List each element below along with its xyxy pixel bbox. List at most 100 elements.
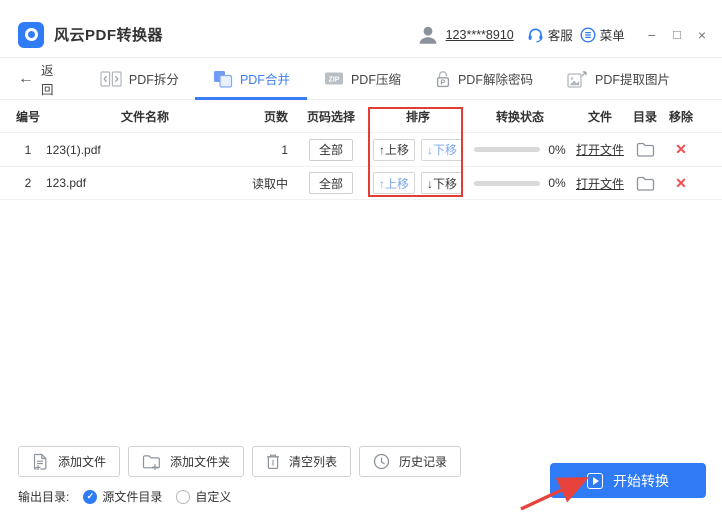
clear-list-label: 清空列表 <box>289 453 337 470</box>
pdf-zip-icon: ZIP <box>324 71 344 86</box>
tab-pdf-extract-images-label: PDF提取图片 <box>595 69 670 88</box>
add-file-icon <box>32 453 49 471</box>
radio-unchecked-icon <box>176 490 190 504</box>
user-id-link[interactable]: 123****8910 <box>446 28 514 42</box>
back-button[interactable]: ← 返回 <box>18 60 58 98</box>
conversion-status-cell: 0% <box>474 176 565 190</box>
svg-text:ZIP: ZIP <box>329 77 340 84</box>
app-title: 风云PDF转换器 <box>54 24 163 45</box>
tab-pdf-split[interactable]: PDF拆分 <box>100 58 179 99</box>
move-down-button[interactable]: ↓下移 <box>421 172 463 194</box>
col-header-page-select: 页码选择 <box>307 108 355 125</box>
add-folder-button[interactable]: 添加文件夹 <box>128 446 244 477</box>
bottom-toolbar: 添加文件 添加文件夹 清空列表 历史记录 <box>18 446 461 477</box>
progress-bar <box>474 181 540 186</box>
start-conversion-button[interactable]: 开始转换 <box>550 463 706 498</box>
tab-pdf-unlock-label: PDF解除密码 <box>458 69 533 88</box>
avatar-icon <box>417 24 439 46</box>
svg-text:P: P <box>440 77 445 86</box>
page-count: 1 <box>281 143 294 157</box>
tab-pdf-extract-images[interactable]: PDF提取图片 <box>567 58 670 99</box>
clock-icon <box>373 453 390 470</box>
back-arrow-icon: ← <box>18 71 34 87</box>
radio-custom-directory[interactable]: 自定义 <box>176 488 231 505</box>
menu-label: 菜单 <box>600 25 625 44</box>
output-directory-label: 输出目录: <box>18 488 69 505</box>
col-header-status: 转换状态 <box>496 108 544 125</box>
folder-icon <box>636 176 655 191</box>
history-button[interactable]: 历史记录 <box>359 446 461 477</box>
move-up-button[interactable]: ↑上移 <box>373 139 415 161</box>
menu-button[interactable]: 菜单 <box>580 25 625 44</box>
window-controls: − □ × <box>648 28 706 42</box>
conversion-status-cell: 0% <box>474 143 565 157</box>
file-name: 123.pdf <box>42 176 248 190</box>
file-table: 编号 文件名称 页数 页码选择 排序 转换状态 文件 目录 移除 1 123(1… <box>0 100 722 200</box>
title-bar: 风云PDF转换器 123****8910 客服 菜单 − □ × <box>0 0 722 58</box>
unlock-icon: P <box>435 70 451 88</box>
back-label: 返回 <box>41 60 58 98</box>
add-file-button[interactable]: 添加文件 <box>18 446 120 477</box>
start-conversion-label: 开始转换 <box>613 471 669 491</box>
col-header-sort: 排序 <box>406 108 430 125</box>
tab-pdf-merge-label: PDF合并 <box>240 69 290 88</box>
move-down-button[interactable]: ↓下移 <box>421 139 463 161</box>
tab-pdf-unlock[interactable]: P PDF解除密码 <box>435 58 533 99</box>
col-header-remove: 移除 <box>669 108 693 125</box>
col-header-file: 文件 <box>588 108 612 125</box>
folder-icon <box>636 142 655 157</box>
move-up-button[interactable]: ↑上移 <box>373 172 415 194</box>
page-count: 读取中 <box>252 175 294 192</box>
radio-source-directory-label: 源文件目录 <box>102 488 162 505</box>
app-window: 风云PDF转换器 123****8910 客服 菜单 − □ × <box>0 0 722 517</box>
minimize-button[interactable]: − <box>648 28 656 42</box>
headset-icon <box>527 27 544 43</box>
clear-list-button[interactable]: 清空列表 <box>252 446 351 477</box>
tab-bar: ← 返回 PDF拆分 PDF合并 ZIP PDF压缩 P PDF解除密码 <box>0 58 722 100</box>
tab-pdf-merge[interactable]: PDF合并 <box>213 58 290 99</box>
sort-cell: ↑上移 ↓下移 <box>373 172 463 194</box>
col-header-directory: 目录 <box>633 108 657 125</box>
maximize-button[interactable]: □ <box>673 28 681 42</box>
tab-pdf-compress[interactable]: ZIP PDF压缩 <box>324 58 401 99</box>
col-header-filename: 文件名称 <box>121 108 169 125</box>
trash-icon <box>266 453 280 470</box>
output-directory-row: 输出目录: ✓ 源文件目录 自定义 <box>18 488 231 505</box>
close-button[interactable]: × <box>698 28 706 42</box>
menu-icon <box>580 27 596 43</box>
progress-bar <box>474 147 540 152</box>
progress-percent: 0% <box>548 143 565 157</box>
tab-pdf-split-label: PDF拆分 <box>129 69 179 88</box>
customer-service-label: 客服 <box>548 25 573 44</box>
progress-percent: 0% <box>548 176 565 190</box>
pdf-merge-icon <box>213 70 233 88</box>
row-number: 2 <box>25 176 32 190</box>
app-logo-icon <box>18 22 44 48</box>
open-directory-button[interactable] <box>636 176 655 191</box>
remove-button[interactable]: ✕ <box>675 175 687 192</box>
row-number: 1 <box>25 143 32 157</box>
pdf-split-icon <box>100 71 122 87</box>
col-header-no: 编号 <box>16 108 40 125</box>
customer-service-button[interactable]: 客服 <box>527 25 573 44</box>
page-select-button[interactable]: 全部 <box>309 172 353 194</box>
page-select-button[interactable]: 全部 <box>309 139 353 161</box>
tab-pdf-compress-label: PDF压缩 <box>351 69 401 88</box>
file-name: 123(1).pdf <box>42 143 248 157</box>
play-icon <box>587 473 603 489</box>
add-folder-icon <box>142 454 161 470</box>
add-folder-label: 添加文件夹 <box>170 453 230 470</box>
table-header-row: 编号 文件名称 页数 页码选择 排序 转换状态 文件 目录 移除 <box>0 100 722 132</box>
remove-button[interactable]: ✕ <box>675 141 687 158</box>
radio-custom-directory-label: 自定义 <box>195 488 231 505</box>
extract-image-icon <box>567 70 588 88</box>
sort-cell: ↑上移 ↓下移 <box>373 139 463 161</box>
table-row: 2 123.pdf 读取中 全部 ↑上移 ↓下移 0% 打开文件 ✕ <box>0 166 722 200</box>
open-directory-button[interactable] <box>636 142 655 157</box>
open-file-link[interactable]: 打开文件 <box>576 141 624 158</box>
col-header-pages: 页数 <box>264 108 294 125</box>
open-file-link[interactable]: 打开文件 <box>576 175 624 192</box>
radio-source-directory[interactable]: ✓ 源文件目录 <box>83 488 162 505</box>
add-file-label: 添加文件 <box>58 453 106 470</box>
table-row: 1 123(1).pdf 1 全部 ↑上移 ↓下移 0% 打开文件 ✕ <box>0 132 722 166</box>
